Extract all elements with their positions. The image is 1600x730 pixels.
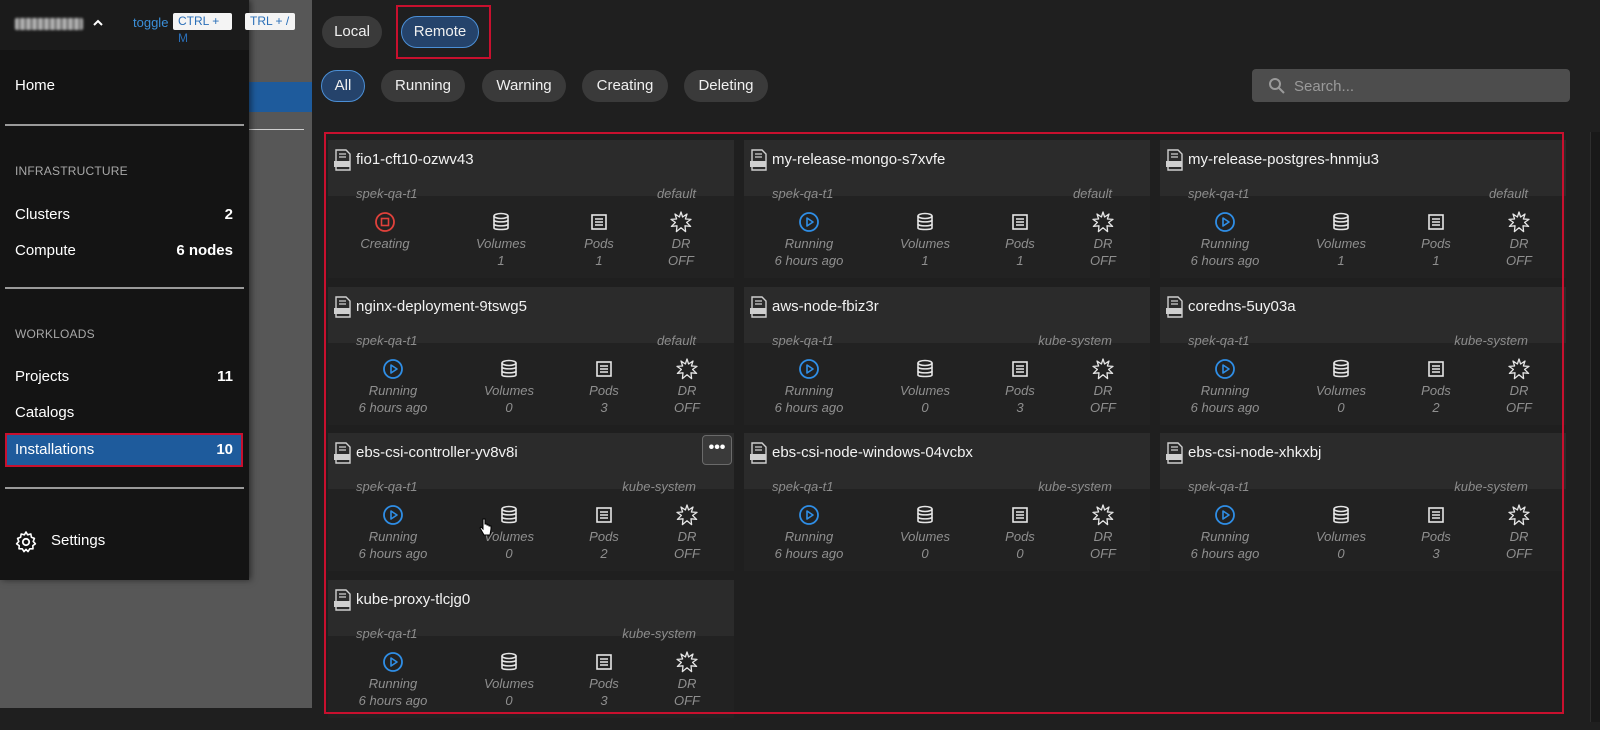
section-infrastructure: INFRASTRUCTURE xyxy=(15,164,128,178)
filter-deleting[interactable]: Deleting xyxy=(684,70,768,102)
search-icon xyxy=(1269,78,1285,94)
sidebar-item-catalogs[interactable]: Catalogs xyxy=(6,397,242,429)
tab-local[interactable]: Local xyxy=(322,16,382,48)
background-divider xyxy=(248,129,304,130)
sidebar-item-installations[interactable]: Installations 10 xyxy=(5,433,243,467)
highlight-grid xyxy=(324,132,1564,714)
section-workloads: WORKLOADS xyxy=(15,327,95,341)
filter-all[interactable]: All xyxy=(321,70,365,102)
app-root: toggle CTRL + M TRL + / Home INFRASTRUCT… xyxy=(0,0,1600,730)
user-name-redacted[interactable] xyxy=(15,18,83,30)
sidebar-item-count: 6 nodes xyxy=(176,242,233,259)
filter-warning[interactable]: Warning xyxy=(482,70,566,102)
sidebar-item-count: 11 xyxy=(217,368,233,385)
toggle-label[interactable]: toggle xyxy=(133,15,168,30)
scrollbar[interactable] xyxy=(1590,132,1600,722)
sidebar-divider xyxy=(5,124,244,126)
background-active-strip xyxy=(248,82,312,112)
search-input[interactable] xyxy=(1294,75,1554,97)
sidebar-item-label: Installations xyxy=(15,441,95,458)
sidebar-header: toggle CTRL + M TRL + / xyxy=(0,0,295,50)
sidebar-divider xyxy=(5,287,244,289)
shortcut-menu-badge: CTRL + M xyxy=(173,13,232,45)
sidebar-item-projects[interactable]: Projects 11 xyxy=(6,361,242,393)
filter-creating[interactable]: Creating xyxy=(582,70,668,102)
sidebar-item-compute[interactable]: Compute 6 nodes xyxy=(6,235,242,267)
chevron-up-icon[interactable] xyxy=(92,16,104,32)
sidebar-item-label: Catalogs xyxy=(15,404,75,421)
sidebar: toggle CTRL + M TRL + / Home INFRASTRUCT… xyxy=(0,0,295,580)
shortcut-search-badge: TRL + / xyxy=(245,13,295,30)
sidebar-item-count: 2 xyxy=(224,206,233,223)
sidebar-item-label: Clusters xyxy=(15,206,71,223)
gear-icon xyxy=(15,531,37,553)
sidebar-item-label: Projects xyxy=(15,368,70,385)
sidebar-item-label: Settings xyxy=(51,532,106,549)
filter-running[interactable]: Running xyxy=(381,70,465,102)
sidebar-item-home[interactable]: Home xyxy=(15,77,55,94)
sidebar-item-clusters[interactable]: Clusters 2 xyxy=(6,199,242,231)
sidebar-item-count: 10 xyxy=(216,441,233,458)
sidebar-divider xyxy=(5,487,244,489)
sidebar-item-label: Compute xyxy=(15,242,76,259)
hand-cursor-icon xyxy=(479,518,492,536)
highlight-remote xyxy=(396,5,491,59)
search-box[interactable] xyxy=(1252,69,1570,102)
